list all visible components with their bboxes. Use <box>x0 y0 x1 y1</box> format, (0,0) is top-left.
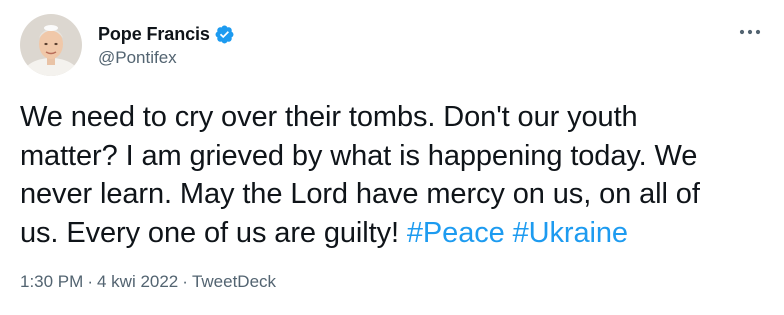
tweet-card: Pope Francis @Pontifex We need to cry ov… <box>0 0 784 315</box>
more-horizontal-icon <box>739 29 761 35</box>
tweet-text-line: matter? I am grieved by what is happenin… <box>20 139 698 172</box>
tweet-text: We need to cry over their tombs. Don't o… <box>20 98 740 252</box>
avatar-image <box>20 14 82 76</box>
author-info: Pope Francis @Pontifex <box>98 22 235 68</box>
tweet-text-line: never learn. May the Lord have mercy on … <box>20 178 700 210</box>
verified-badge-icon <box>214 24 235 45</box>
more-options-button[interactable] <box>736 22 764 42</box>
tweet-text-line-last: us. Every one of us are guilty! #Peace #… <box>20 214 740 253</box>
timestamp-date[interactable]: 4 kwi 2022 <box>97 272 178 292</box>
timestamp-time[interactable]: 1:30 PM <box>20 272 83 292</box>
handle[interactable]: @Pontifex <box>98 48 235 68</box>
hashtag-ukraine-link[interactable]: #Ukraine <box>513 217 628 249</box>
tweet-meta: 1:30 PM · 4 kwi 2022 · TweetDeck <box>20 272 276 292</box>
tweet-text-line: We need to cry over their tombs. Don't o… <box>20 101 638 133</box>
meta-separator: · <box>182 272 188 291</box>
hashtag-peace-link[interactable]: #Peace <box>407 217 505 249</box>
tweet-text-fragment: us. Every one of us are guilty! <box>20 216 399 249</box>
tweet-source[interactable]: TweetDeck <box>192 272 276 292</box>
display-name[interactable]: Pope Francis <box>98 24 210 45</box>
name-row: Pope Francis <box>98 22 235 46</box>
avatar[interactable] <box>20 14 82 76</box>
meta-separator: · <box>87 272 93 291</box>
